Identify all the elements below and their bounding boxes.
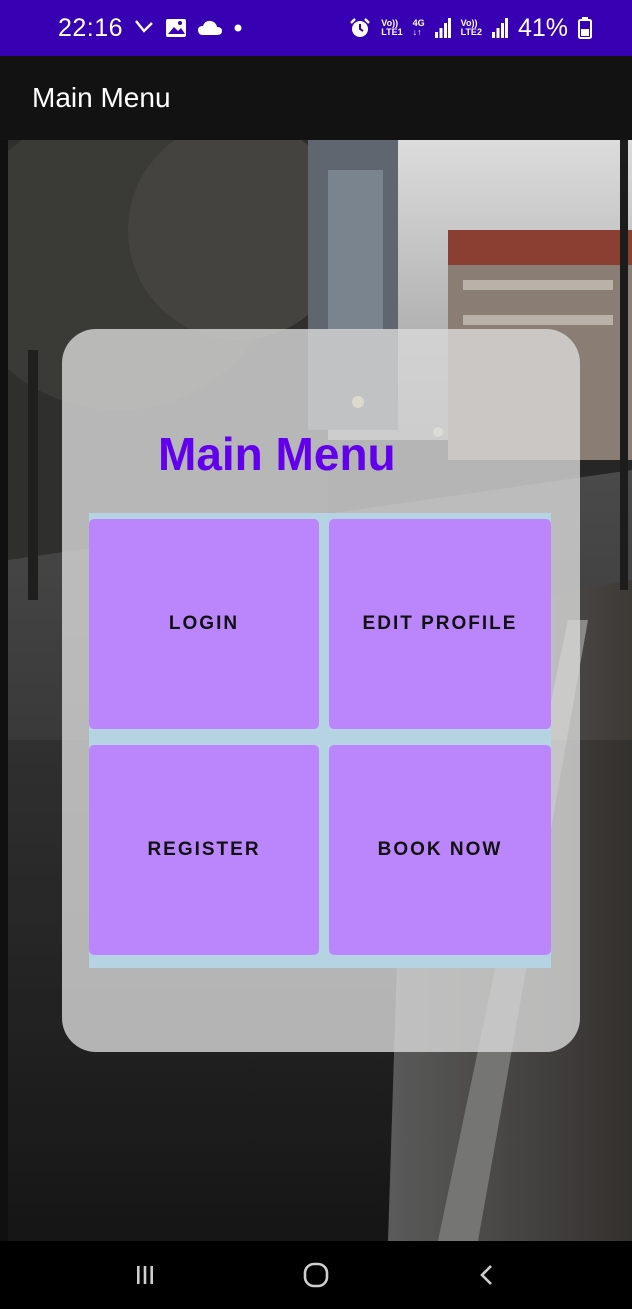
battery-icon	[578, 17, 592, 39]
sim1-label: Vo)) LTE1	[381, 18, 403, 37]
edit-profile-button[interactable]: EDIT PROFILE	[329, 519, 551, 729]
cloud-icon	[197, 19, 223, 37]
missed-call-icon	[133, 17, 155, 39]
register-button[interactable]: REGISTER	[89, 745, 319, 955]
signal-icon	[434, 18, 451, 38]
login-button[interactable]: LOGIN	[89, 519, 319, 729]
sim2-label: Vo)) LTE2	[460, 18, 482, 37]
navigation-bar	[0, 1241, 632, 1309]
battery-percent: 41%	[517, 13, 568, 42]
app-bar: Main Menu	[0, 56, 632, 140]
back-icon[interactable]	[452, 1247, 522, 1303]
menu-grid: LOGIN EDIT PROFILE REGISTER BOOK NOW	[89, 513, 551, 968]
gallery-icon	[165, 18, 187, 38]
phone-screen: 22:16 Vo)) LTE1 4G ↓↑ Vo)) LTE2 41% Main…	[0, 0, 632, 1309]
book-now-button[interactable]: BOOK NOW	[329, 745, 551, 955]
card-title: Main Menu	[158, 428, 396, 480]
recent-apps-icon[interactable]	[110, 1247, 180, 1303]
home-icon[interactable]	[281, 1247, 351, 1303]
status-left: 22:16	[58, 14, 243, 43]
status-bar: 22:16 Vo)) LTE1 4G ↓↑ Vo)) LTE2 41%	[0, 0, 632, 56]
signal-icon	[491, 18, 508, 38]
app-bar-title: Main Menu	[32, 82, 171, 113]
network-label: 4G ↓↑	[412, 18, 425, 37]
status-time: 22:16	[58, 13, 124, 42]
dot-icon	[233, 23, 243, 33]
alarm-icon	[349, 17, 371, 39]
status-right: Vo)) LTE1 4G ↓↑ Vo)) LTE2 41%	[349, 14, 592, 43]
menu-card: Main Menu LOGIN EDIT PROFILE REGISTER BO…	[62, 329, 580, 1052]
